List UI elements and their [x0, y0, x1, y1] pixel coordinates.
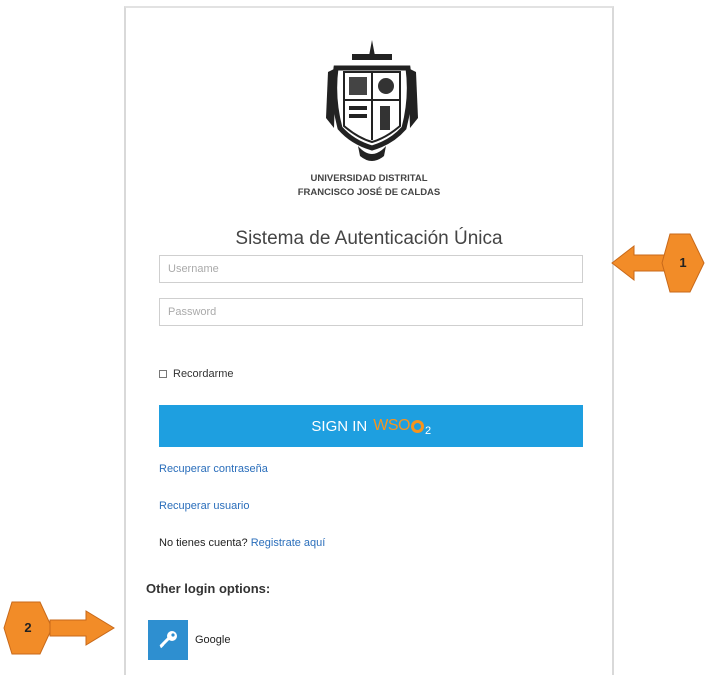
page-title: Sistema de Autenticación Única: [235, 228, 503, 249]
sign-in-label: SIGN IN: [311, 417, 368, 435]
remember-me-label: Recordarme: [173, 368, 234, 380]
password-input[interactable]: [159, 298, 583, 326]
register-row: No tienes cuenta? Registrate aquí: [159, 537, 325, 549]
register-link[interactable]: Registrate aquí: [251, 537, 326, 549]
remember-me-row[interactable]: Recordarme: [159, 368, 234, 380]
university-name-line1: UNIVERSIDAD DISTRITAL: [310, 173, 428, 184]
remember-me-checkbox[interactable]: [159, 370, 167, 378]
callout-2-number: 2: [24, 620, 31, 635]
google-login-label[interactable]: Google: [195, 634, 230, 646]
callout-1-arrow: 1: [611, 233, 705, 293]
recover-user-link[interactable]: Recuperar usuario: [159, 500, 250, 512]
university-name-line2: FRANCISCO JOSÉ DE CALDAS: [297, 187, 441, 198]
wso2-subscript: 2: [424, 425, 431, 437]
other-login-options-title: Other login options:: [146, 581, 271, 596]
callout-2-arrow: 2: [3, 601, 115, 655]
login-card: UNIVERSIDAD DISTRITAL FRANCISCO JOSÉ DE …: [124, 6, 614, 675]
no-account-text: No tienes cuenta?: [159, 537, 248, 549]
wso2-logo: WSO 2: [373, 417, 431, 437]
wso2-brand-text: WSO: [373, 417, 410, 434]
university-crest-logo: [326, 40, 418, 161]
recover-password-link[interactable]: Recuperar contraseña: [159, 463, 268, 475]
wso2-dot-icon: [410, 419, 424, 433]
sign-in-button[interactable]: SIGN IN WSO 2: [159, 405, 583, 447]
callout-1-number: 1: [679, 255, 686, 270]
key-icon: [159, 631, 177, 649]
google-login-button[interactable]: [148, 620, 188, 660]
username-input[interactable]: [159, 255, 583, 283]
